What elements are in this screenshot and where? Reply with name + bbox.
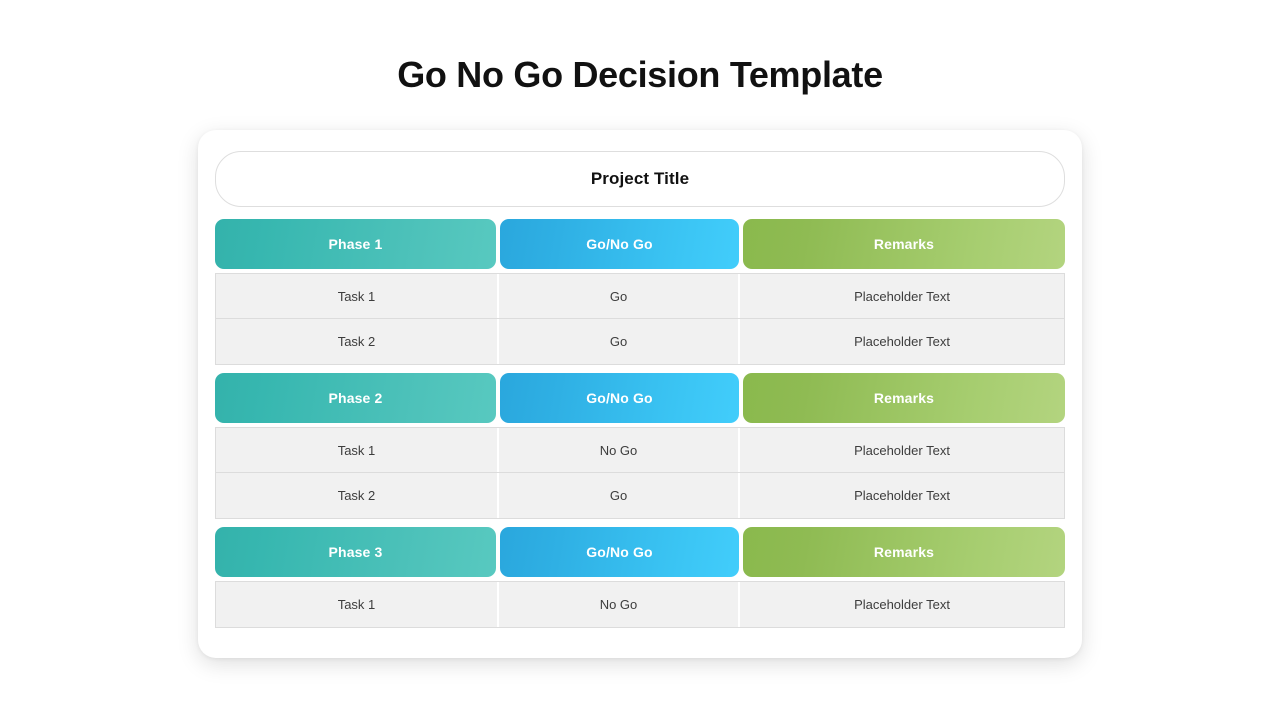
remarks-cell[interactable]: Placeholder Text (740, 582, 1064, 627)
phase-section-2: Phase 2 Go/No Go Remarks Task 1 No Go Pl… (215, 373, 1065, 519)
verdict-cell[interactable]: No Go (499, 428, 740, 472)
project-title-text: Project Title (590, 169, 690, 188)
remarks-cell[interactable]: Placeholder Text (740, 428, 1064, 472)
table-row[interactable]: Task 1 Go Placeholder Text (216, 274, 1064, 319)
page-title: Go No Go Decision Template (397, 54, 883, 95)
phase-rows-1: Task 1 Go Placeholder Text Task 2 Go Pla… (215, 273, 1065, 365)
phase-header-row-3: Phase 3 Go/No Go Remarks (215, 527, 1065, 577)
task-cell[interactable]: Task 1 (216, 428, 499, 472)
verdict-cell[interactable]: Go (499, 274, 740, 318)
phase-header-row-2: Phase 2 Go/No Go Remarks (215, 373, 1065, 423)
verdict-cell[interactable]: Go (499, 319, 740, 364)
verdict-header-1[interactable]: Go/No Go (500, 219, 739, 269)
phase-rows-3: Task 1 No Go Placeholder Text (215, 581, 1065, 628)
remarks-header-1[interactable]: Remarks (743, 219, 1065, 269)
remarks-header-3[interactable]: Remarks (743, 527, 1065, 577)
task-cell[interactable]: Task 2 (216, 473, 499, 518)
table-row[interactable]: Task 2 Go Placeholder Text (216, 319, 1064, 364)
table-row[interactable]: Task 1 No Go Placeholder Text (216, 428, 1064, 473)
project-title-field[interactable]: Project Title (215, 151, 1065, 207)
remarks-cell[interactable]: Placeholder Text (740, 319, 1064, 364)
verdict-cell[interactable]: No Go (499, 582, 740, 627)
verdict-header-2[interactable]: Go/No Go (500, 373, 739, 423)
remarks-cell[interactable]: Placeholder Text (740, 473, 1064, 518)
phase-section-1: Phase 1 Go/No Go Remarks Task 1 Go Place… (215, 219, 1065, 365)
phase-header-3[interactable]: Phase 3 (215, 527, 496, 577)
task-cell[interactable]: Task 1 (216, 582, 499, 627)
remarks-header-2[interactable]: Remarks (743, 373, 1065, 423)
verdict-cell[interactable]: Go (499, 473, 740, 518)
remarks-cell[interactable]: Placeholder Text (740, 274, 1064, 318)
task-cell[interactable]: Task 2 (216, 319, 499, 364)
slide-root: Go No Go Decision Template Project Title… (0, 0, 1280, 720)
phase-header-2[interactable]: Phase 2 (215, 373, 496, 423)
phase-header-1[interactable]: Phase 1 (215, 219, 496, 269)
phase-section-3: Phase 3 Go/No Go Remarks Task 1 No Go Pl… (215, 527, 1065, 628)
table-row[interactable]: Task 2 Go Placeholder Text (216, 473, 1064, 518)
table-row[interactable]: Task 1 No Go Placeholder Text (216, 582, 1064, 627)
phase-header-row-1: Phase 1 Go/No Go Remarks (215, 219, 1065, 269)
decision-table-card: Project Title Phase 1 Go/No Go Remarks T… (198, 130, 1082, 658)
phase-rows-2: Task 1 No Go Placeholder Text Task 2 Go … (215, 427, 1065, 519)
task-cell[interactable]: Task 1 (216, 274, 499, 318)
verdict-header-3[interactable]: Go/No Go (500, 527, 739, 577)
